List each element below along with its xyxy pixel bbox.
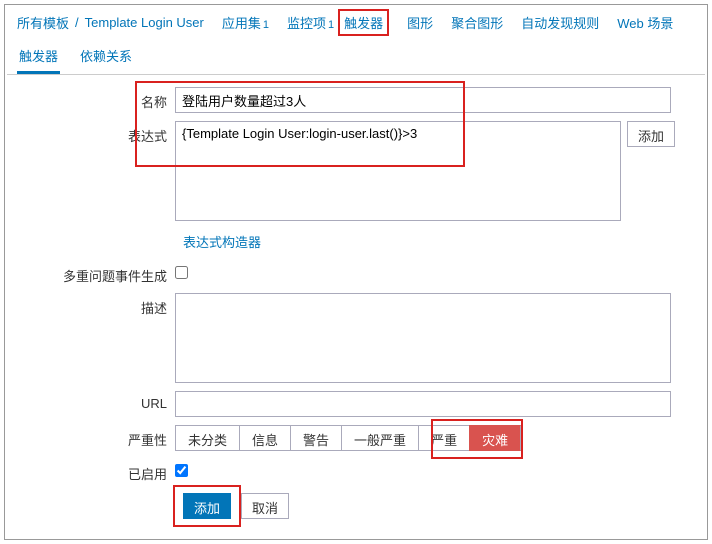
expression-builder-link[interactable]: 表达式构造器 [183, 235, 261, 250]
severity-information[interactable]: 信息 [239, 425, 290, 451]
expression-input[interactable] [175, 121, 621, 221]
nav-graphs[interactable]: 图形 [407, 13, 433, 32]
expression-label: 表达式 [17, 121, 175, 145]
nav-web[interactable]: Web 场景 [617, 13, 673, 32]
severity-label: 严重性 [17, 425, 175, 449]
severity-disaster[interactable]: 灾难 [469, 425, 521, 451]
breadcrumb-separator: / [75, 15, 79, 30]
description-label: 描述 [17, 293, 175, 317]
description-input[interactable] [175, 293, 671, 383]
url-input[interactable] [175, 391, 671, 417]
multiple-checkbox[interactable] [175, 266, 188, 279]
nav-items[interactable]: 监控项 1 [287, 13, 334, 32]
name-label: 名称 [17, 87, 175, 111]
nav-triggers[interactable]: 触发器 [338, 9, 389, 36]
breadcrumb-template[interactable]: Template Login User [85, 15, 204, 30]
nav-screens[interactable]: 聚合图形 [451, 13, 503, 32]
name-input[interactable] [175, 87, 671, 113]
multiple-label: 多重问题事件生成 [17, 261, 175, 285]
nav-discovery[interactable]: 自动发现规则 [521, 13, 599, 32]
enabled-label: 已启用 [17, 459, 175, 483]
severity-not-classified[interactable]: 未分类 [175, 425, 239, 451]
url-label: URL [17, 391, 175, 411]
tab-dependencies[interactable]: 依赖关系 [78, 38, 134, 74]
enabled-checkbox[interactable] [175, 464, 188, 477]
tab-trigger[interactable]: 触发器 [17, 38, 60, 74]
submit-button[interactable]: 添加 [183, 493, 231, 519]
tabs: 触发器 依赖关系 [7, 38, 705, 75]
severity-average[interactable]: 一般严重 [341, 425, 418, 451]
cancel-button[interactable]: 取消 [241, 493, 289, 519]
severity-high[interactable]: 严重 [418, 425, 469, 451]
breadcrumb: 所有模板 / Template Login User 应用集 1 监控项 1 触… [7, 7, 705, 38]
severity-group: 未分类 信息 警告 一般严重 严重 灾难 [175, 425, 521, 451]
expression-add-button[interactable]: 添加 [627, 121, 675, 147]
nav-applications[interactable]: 应用集 1 [222, 13, 269, 32]
breadcrumb-root[interactable]: 所有模板 [17, 13, 69, 32]
severity-warning[interactable]: 警告 [290, 425, 341, 451]
